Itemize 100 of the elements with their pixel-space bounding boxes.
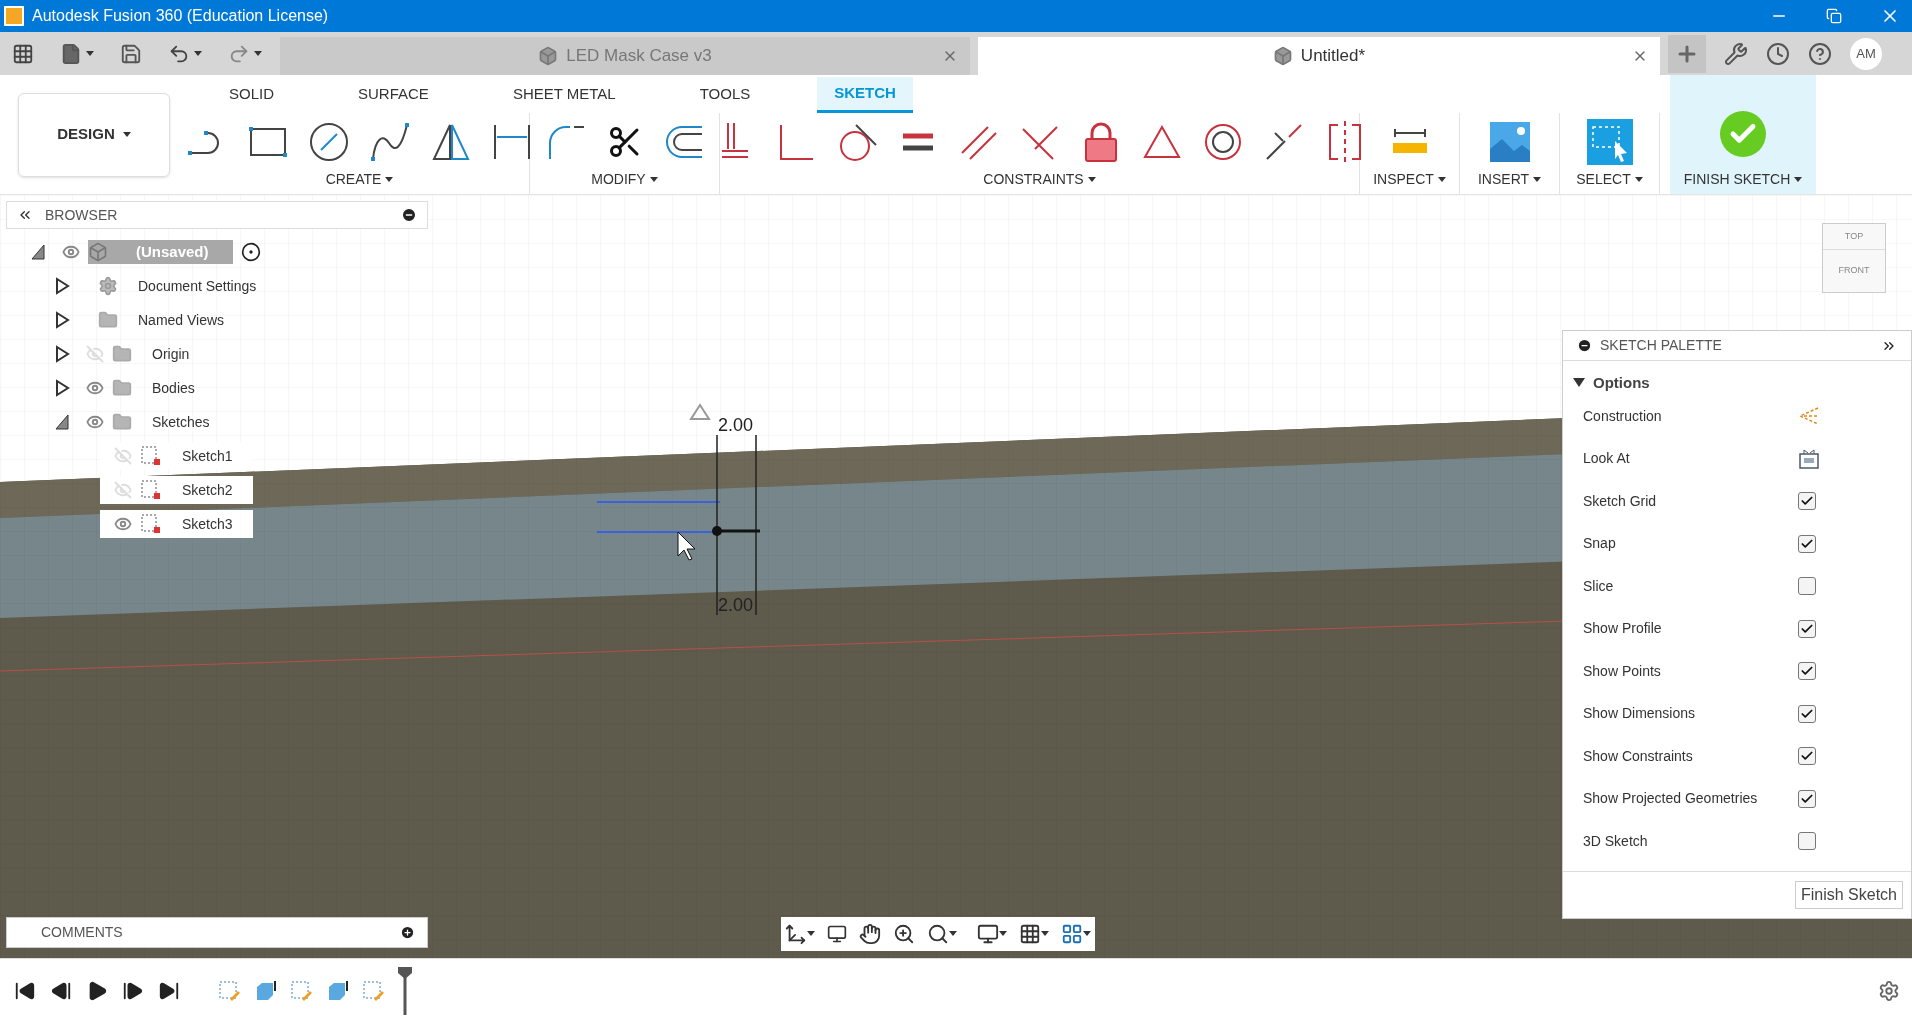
option-label: Sketch Grid (1583, 491, 1658, 511)
caret-icon (1083, 931, 1091, 937)
expand-icon[interactable] (54, 345, 70, 363)
option-label: 3D Sketch (1583, 831, 1649, 851)
look-at-icon[interactable] (827, 924, 847, 944)
finish-sketch-button[interactable]: FINISH SKETCH (1670, 75, 1816, 194)
display-settings-icon[interactable] (977, 923, 999, 945)
caret-icon (1634, 176, 1643, 183)
sketch-icon (140, 513, 162, 535)
checkbox[interactable] (1798, 747, 1816, 766)
group-menu[interactable]: SELECT (1576, 169, 1643, 190)
checkbox[interactable] (1798, 662, 1816, 681)
restore-icon[interactable] (1826, 8, 1842, 24)
expand-icon[interactable] (54, 277, 70, 295)
help-icon[interactable] (1808, 41, 1832, 66)
checkbox[interactable] (1798, 577, 1816, 596)
zoom-icon[interactable] (893, 923, 915, 945)
checkbox[interactable] (1798, 832, 1816, 851)
step-forward-icon[interactable] (122, 980, 144, 1002)
timeline-extrude-icon[interactable] (254, 979, 278, 1003)
document-tab[interactable]: Untitled* (978, 37, 1660, 75)
save-icon[interactable] (120, 42, 142, 65)
option-label: Look At (1583, 449, 1631, 469)
tree-item[interactable]: Document Settings (138, 275, 257, 297)
viewports-icon[interactable] (1061, 923, 1083, 945)
option-label: Show Profile (1583, 619, 1663, 639)
toolbar-tab[interactable]: SOLID (212, 76, 291, 113)
window-title: Autodesk Fusion 360 (Education License) (32, 6, 329, 26)
caret-icon (807, 931, 815, 937)
active-radio-icon[interactable] (240, 242, 261, 262)
finish-sketch-button[interactable]: Finish Sketch (1794, 880, 1903, 909)
view-cube-face[interactable]: TOP (1823, 224, 1885, 250)
tree-item[interactable]: Named Views (138, 309, 225, 331)
grid-icon[interactable] (1019, 923, 1041, 945)
sketch-icon (140, 479, 162, 501)
view-cube[interactable]: TOP FRONT (1822, 223, 1886, 293)
caret-icon (254, 50, 262, 57)
option-label: Show Constraints (1583, 746, 1694, 766)
group-menu[interactable]: CREATE (325, 169, 394, 190)
select-icon[interactable] (1586, 118, 1633, 165)
apps-grid-icon[interactable] (12, 42, 34, 65)
app-logo-icon (4, 6, 24, 26)
pan-icon[interactable] (859, 923, 881, 945)
caret-icon (122, 131, 131, 138)
caret-icon (649, 176, 658, 183)
collapse-icon[interactable] (30, 243, 46, 261)
document-icon (538, 46, 559, 66)
checkbox[interactable] (1798, 789, 1816, 808)
expand-icon[interactable] (54, 311, 70, 329)
eye-icon[interactable] (86, 413, 104, 431)
eye-icon[interactable] (114, 515, 132, 533)
minimize-panel-icon[interactable] (401, 207, 417, 223)
collapse-icon[interactable] (1573, 378, 1585, 388)
file-icon[interactable] (60, 42, 82, 65)
caret-icon (949, 931, 957, 937)
toolbar-tab[interactable]: SHEET METAL (495, 76, 633, 113)
dimension-label: 2.00 (718, 415, 754, 435)
clock-icon[interactable] (1766, 41, 1790, 66)
folder-icon (112, 344, 132, 364)
fit-icon[interactable] (927, 923, 949, 945)
minimize-panel-icon[interactable] (1577, 338, 1592, 353)
timeline-extrude-icon[interactable] (326, 979, 350, 1003)
orbit-icon[interactable] (785, 923, 807, 945)
eye-icon[interactable] (62, 243, 80, 261)
option-label: Show Points (1583, 661, 1662, 681)
checkbox[interactable] (1798, 704, 1816, 723)
expand-icon[interactable] (54, 379, 70, 397)
settings-icon[interactable] (1878, 980, 1900, 1002)
document-icon (1272, 46, 1293, 66)
checkbox[interactable] (1798, 619, 1816, 638)
wrench-icon[interactable] (1724, 41, 1748, 66)
step-back-icon[interactable] (50, 980, 72, 1002)
toolbar-tab[interactable]: TOOLS (682, 76, 768, 113)
view-cube-face[interactable]: FRONT (1823, 250, 1885, 292)
group-menu[interactable]: MODIFY (591, 169, 658, 190)
toolbar-tab[interactable]: SURFACE (341, 76, 446, 113)
group-menu[interactable]: CONSTRAINTS (983, 169, 1096, 190)
tree-item[interactable]: Origin (152, 343, 190, 365)
collapse-icon[interactable] (54, 413, 70, 431)
panel-title: COMMENTS (41, 923, 123, 942)
caret-icon (86, 50, 94, 57)
skip-forward-icon[interactable] (158, 980, 180, 1002)
tree-item[interactable]: Bodies (152, 377, 195, 399)
group-menu[interactable]: INSERT (1477, 169, 1542, 190)
checkbox[interactable] (1798, 534, 1816, 553)
caret-icon (194, 50, 202, 57)
group-menu[interactable]: INSPECT (1373, 169, 1446, 190)
checkbox[interactable] (1798, 492, 1816, 511)
skip-back-icon[interactable] (14, 980, 36, 1002)
eye-icon[interactable] (86, 379, 104, 397)
workspace-button[interactable]: DESIGN (18, 92, 170, 177)
tree-item[interactable]: Sketches (152, 411, 210, 433)
option-label: Slice (1583, 576, 1615, 596)
tree-item[interactable]: Sketch1 (182, 445, 233, 467)
new-tab-button[interactable] (1668, 34, 1706, 73)
add-comment-icon[interactable] (400, 925, 415, 940)
sketch-icon (140, 445, 162, 467)
user-avatar[interactable]: AM (1850, 37, 1882, 70)
timeline-marker-icon[interactable] (398, 967, 412, 1015)
section-title[interactable]: Options (1593, 371, 1650, 395)
